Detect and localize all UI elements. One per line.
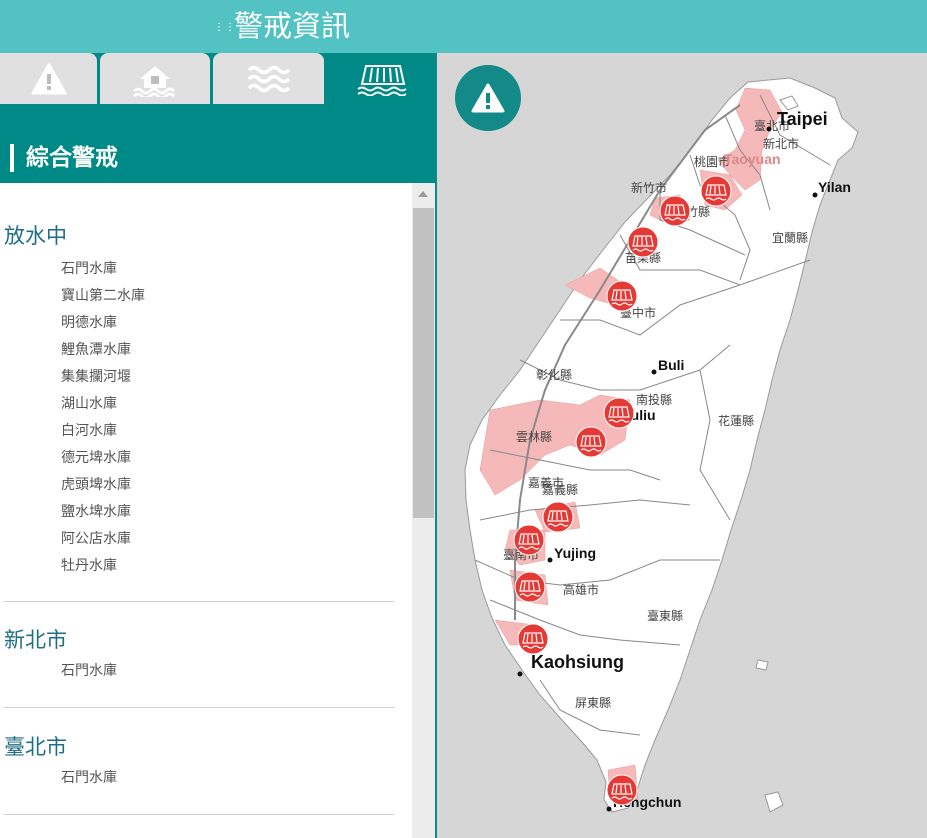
reservoir-release-marker[interactable] [700,175,732,207]
taiwan-map[interactable]: 臺北市 新北市 桃園市 新竹市 新竹縣 苗栗縣 臺中市 彰化縣 南投縣 雲林縣 … [437,53,927,838]
county-label: 臺東縣 [647,608,683,623]
list-item[interactable]: 鹽水埤水庫 [61,499,410,526]
alert-panel: 綜合警戒 放水中 石門水庫 寶山第二水庫 明德水庫 鯉魚潭水庫 集集攔河堰 湖山… [0,53,437,838]
list-item[interactable]: 鯉魚潭水庫 [61,337,410,364]
list-item[interactable]: 集集攔河堰 [61,364,410,391]
city-label: Taoyuan [724,151,781,167]
list-item[interactable]: 明德水庫 [61,310,410,337]
reservoir-release-marker[interactable] [606,774,638,806]
divider [4,601,394,602]
reservoir-release-marker[interactable] [606,280,638,312]
list-item[interactable]: 阿公店水庫 [61,526,410,553]
list-item[interactable]: 寶山第二水庫 [61,283,410,310]
city-label: Yilan [818,179,851,195]
reservoir-release-marker[interactable] [575,426,607,458]
group-title: 新北市 [4,628,67,652]
divider [4,707,394,708]
warning-icon [471,83,505,113]
tab-water-level[interactable] [213,53,324,104]
water-waves-icon [247,65,290,92]
list-item[interactable]: 德元埤水庫 [61,445,410,472]
list-item[interactable]: 虎頭埤水庫 [61,472,410,499]
reservoir-release-marker[interactable] [627,226,659,258]
flood-house-icon [133,65,175,97]
tab-flood[interactable] [100,53,210,104]
tab-general-warning[interactable] [0,53,97,104]
warning-icon [31,63,66,94]
list-item[interactable]: 牡丹水庫 [61,553,410,580]
list-scrollbar[interactable] [412,183,435,838]
island [764,791,784,813]
city-label: Yujing [554,545,596,561]
list-item[interactable]: 石門水庫 [61,765,410,792]
county-label: 宜蘭縣 [772,230,808,245]
list-item[interactable]: 石門水庫 [61,658,410,685]
list-item[interactable]: 湖山水庫 [61,391,410,418]
map-alert-button[interactable] [455,65,521,131]
county-label: 雲林縣 [516,430,552,444]
scroll-up-arrow-icon[interactable] [418,191,428,197]
tab-reservoir-release[interactable] [327,53,435,104]
section-header: 綜合警戒 [0,105,435,183]
group-releasing: 放水中 石門水庫 寶山第二水庫 明德水庫 鯉魚潭水庫 集集攔河堰 湖山水庫 白河… [0,220,410,580]
map-view[interactable]: 臺北市 新北市 桃園市 新竹市 新竹縣 苗栗縣 臺中市 彰化縣 南投縣 雲林縣 … [437,53,927,838]
page-title: 警戒資訊 [234,9,351,43]
section-accent-bar [10,144,14,172]
county-label: 嘉義市 [528,475,564,490]
group-new-taipei: 新北市 石門水庫 [0,624,410,685]
list-item[interactable]: 石門水庫 [61,256,410,283]
tab-bar [0,53,435,105]
reservoir-release-marker[interactable] [514,571,546,603]
city-label: Buli [658,357,684,373]
city-label: Kaohsiung [531,652,624,672]
app-header: ⋮⋮⋮ 警戒資訊 [0,0,927,53]
island [755,659,769,671]
city-label: Taipei [777,109,828,129]
county-label: 新北市 [763,136,799,151]
dam-release-icon [357,64,407,96]
reservoir-release-marker[interactable] [517,623,549,655]
county-label: 高雄市 [563,582,599,597]
reservoir-release-marker[interactable] [659,195,691,227]
alert-list: 放水中 石門水庫 寶山第二水庫 明德水庫 鯉魚潭水庫 集集攔河堰 湖山水庫 白河… [0,183,410,838]
scroll-thumb[interactable] [413,208,434,518]
county-label: 彰化縣 [536,367,572,382]
county-label: 屏東縣 [575,696,611,710]
group-title: 放水中 [4,224,67,248]
section-title: 綜合警戒 [26,145,118,171]
group-taipei: 臺北市 石門水庫 [0,731,410,792]
divider [4,814,394,815]
county-label: 南投縣 [636,392,672,407]
county-label: 新竹市 [631,180,667,195]
reservoir-release-marker[interactable] [603,397,635,429]
reservoir-release-marker[interactable] [542,501,574,533]
list-item[interactable]: 白河水庫 [61,418,410,445]
group-title: 臺北市 [4,735,67,759]
county-label: 花蓮縣 [718,413,754,428]
reservoir-release-marker[interactable] [513,524,545,556]
